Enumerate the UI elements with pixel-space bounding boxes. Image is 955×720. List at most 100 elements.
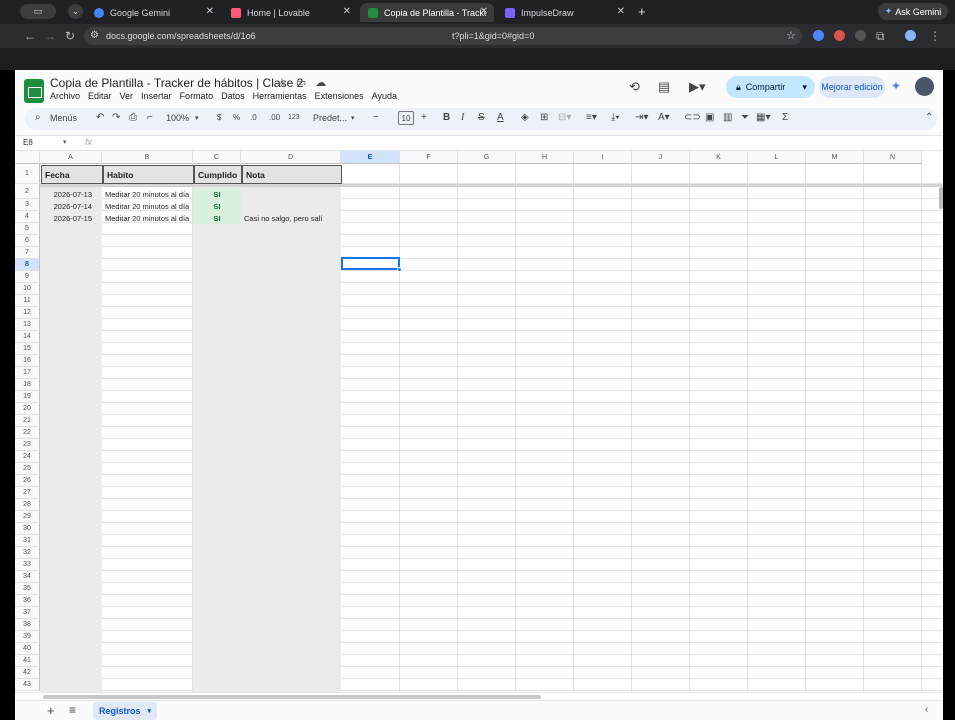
zoom-select[interactable]: 100% [166,113,189,123]
sheets-logo-icon[interactable] [24,79,44,103]
column-header-d[interactable]: D [241,151,341,164]
row-header-16[interactable]: 16 [15,355,40,367]
strikethrough-icon[interactable]: S [478,112,485,123]
filter-views-icon[interactable]: ▦▾ [756,112,770,123]
vertical-align-icon[interactable]: ⤓▾ [611,112,620,123]
column-header-j[interactable]: J [632,151,690,164]
insert-comment-icon[interactable]: ▣ [705,112,714,123]
meet-icon[interactable]: ▶▾ [689,79,706,95]
menu-herramientas[interactable]: Herramientas [253,91,307,101]
move-folder-icon[interactable]: ▭ [296,76,306,89]
chevron-down-icon[interactable]: ▾ [63,138,67,146]
row-header-28[interactable]: 28 [15,499,40,511]
font-size-increase-icon[interactable]: + [421,112,427,123]
bold-icon[interactable]: B [443,112,450,123]
ask-gemini-button[interactable]: ✦ Ask Gemini [878,3,948,20]
row-header-20[interactable]: 20 [15,403,40,415]
profile-avatar[interactable] [905,30,916,41]
forward-icon[interactable]: → [44,29,56,43]
row-header-35[interactable]: 35 [15,583,40,595]
cell-c2[interactable]: SI [193,188,241,200]
row-header-26[interactable]: 26 [15,475,40,487]
share-button[interactable]: 🔒︎ Compartir ▾ [726,76,815,98]
row-header-7[interactable]: 7 [15,247,40,259]
increase-decimal-button[interactable]: .00 [269,113,280,122]
cloud-status-icon[interactable]: ☁ [315,76,326,89]
row-header-39[interactable]: 39 [15,631,40,643]
browser-tab-sheets[interactable]: Copia de Plantilla - Tracker d ✕ [360,3,494,22]
row-header-33[interactable]: 33 [15,559,40,571]
active-cell-e8[interactable] [341,257,400,270]
insert-chart-icon[interactable]: ▥ [723,112,732,123]
undo-icon[interactable]: ↶ [96,112,104,123]
gemini-spark-icon[interactable]: ✦ [891,79,901,93]
cell-b4[interactable]: Meditar 20 minutos al día [102,212,193,224]
row-header-18[interactable]: 18 [15,379,40,391]
browser-menu-icon[interactable]: ⋮ [929,29,941,43]
chevron-down-icon[interactable]: ▾ [802,82,807,93]
row-header-32[interactable]: 32 [15,547,40,559]
header-nota[interactable]: Nota [242,165,342,184]
user-avatar[interactable] [915,77,934,96]
row-header-30[interactable]: 30 [15,523,40,535]
extension-icon[interactable] [834,30,845,41]
comments-icon[interactable]: ▤ [658,79,670,95]
cell-a2[interactable]: 2026-07-13 [40,188,102,200]
row-header-12[interactable]: 12 [15,307,40,319]
back-icon[interactable]: ← [24,29,36,43]
select-all-corner[interactable] [15,151,40,164]
browser-tab-gemini[interactable]: Google Gemini ✕ [86,3,220,22]
insert-link-icon[interactable]: ⊂⊃ [684,112,701,123]
chevron-down-icon[interactable]: ▾ [195,114,199,122]
column-header-i[interactable]: I [574,151,632,164]
menu-ver[interactable]: Ver [120,91,134,101]
menus-search[interactable]: Menús [50,113,77,123]
row-header-13[interactable]: 13 [15,319,40,331]
decrease-decimal-button[interactable]: .0 [250,113,257,122]
row-header-25[interactable]: 25 [15,463,40,475]
sheet-tab-registros[interactable]: Registros ▾ [93,702,157,720]
redo-icon[interactable]: ↷ [112,112,120,123]
column-header-c[interactable]: C [193,151,241,164]
close-icon[interactable]: ✕ [206,6,214,17]
row-header-34[interactable]: 34 [15,571,40,583]
paint-format-icon[interactable]: ⌐ [147,112,153,123]
menu-ayuda[interactable]: Ayuda [372,91,397,101]
cell-c4[interactable]: SI [193,212,241,224]
font-size-input[interactable]: 10 [398,111,414,125]
row-header-31[interactable]: 31 [15,535,40,547]
print-icon[interactable]: ⎙ [129,112,137,123]
currency-format-button[interactable]: $ [217,113,221,122]
menu-editar[interactable]: Editar [88,91,112,101]
functions-icon[interactable]: Σ [782,112,788,123]
column-header-g[interactable]: G [458,151,516,164]
column-header-b[interactable]: B [102,151,193,164]
row-header-24[interactable]: 24 [15,451,40,463]
row-header-6[interactable]: 6 [15,235,40,247]
row-header-5[interactable]: 5 [15,223,40,235]
text-rotation-icon[interactable]: A▾ [658,112,670,123]
merge-cells-icon[interactable]: ⊟▾ [558,112,571,123]
cell-a4[interactable]: 2026-07-15 [40,212,102,224]
menu-archivo[interactable]: Archivo [50,91,80,101]
cell-b2[interactable]: Meditar 20 minutos al día [102,188,193,200]
row-header-11[interactable]: 11 [15,295,40,307]
row-header-1[interactable]: 1 [15,164,40,184]
percent-format-button[interactable]: % [233,113,240,122]
text-color-icon[interactable]: A [497,112,504,123]
row-header-4[interactable]: 4 [15,211,40,223]
row-header-14[interactable]: 14 [15,331,40,343]
row-header-2[interactable]: 2 [15,184,40,199]
browser-tab-impulsedraw[interactable]: ImpulseDraw ✕ [497,3,631,22]
tab-search-button[interactable]: ⌄ [68,4,83,19]
extension-icon[interactable] [813,30,824,41]
filter-icon[interactable]: ⏷ [741,112,749,123]
font-size-decrease-icon[interactable]: − [373,112,379,123]
frozen-row-divider[interactable] [15,184,943,187]
number-format-button[interactable]: 123 [288,114,300,121]
column-header-n[interactable]: N [864,151,922,164]
row-header-10[interactable]: 10 [15,283,40,295]
extensions-puzzle-icon[interactable]: ⧉ [876,29,885,44]
cell-b3[interactable]: Meditar 20 minutos al día [102,200,193,212]
row-header-42[interactable]: 42 [15,667,40,679]
